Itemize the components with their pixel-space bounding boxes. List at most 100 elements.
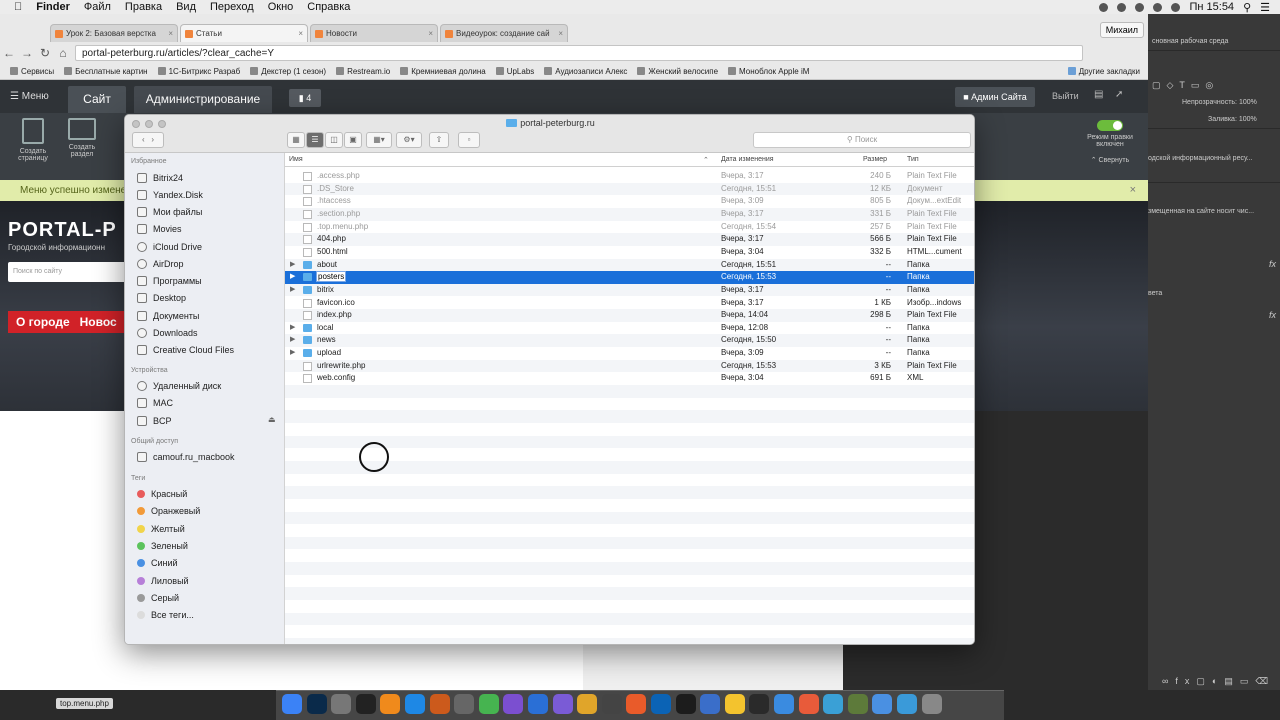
disclosure-triangle-icon[interactable]: ▶ bbox=[290, 285, 295, 293]
action-gear-icon[interactable]: ⚙▾ bbox=[396, 132, 422, 148]
table-row[interactable]: .DS_Store Сегодня, 15:51 12 КБ Документ bbox=[285, 182, 974, 196]
table-row[interactable]: ▶ upload Вчера, 3:09 -- Папка bbox=[285, 347, 974, 360]
logout-link[interactable]: Выйти bbox=[1052, 91, 1079, 101]
tab-administration[interactable]: Администрирование bbox=[134, 86, 272, 113]
dock-app-icon[interactable] bbox=[749, 694, 770, 714]
disclosure-triangle-icon[interactable]: ▶ bbox=[290, 348, 295, 356]
sort-indicator-icon[interactable]: ⌃ bbox=[703, 156, 709, 164]
sidebar-item[interactable]: Документы bbox=[137, 308, 199, 324]
dock-app-icon[interactable] bbox=[774, 694, 794, 714]
volume-icon[interactable] bbox=[1153, 2, 1163, 12]
pin-icon[interactable]: ➚ bbox=[1115, 89, 1123, 100]
sidebar-item[interactable]: Desktop bbox=[137, 290, 186, 306]
bookmark[interactable]: Бесплатные картин bbox=[64, 67, 148, 76]
column-header-size[interactable]: Размер bbox=[863, 156, 887, 163]
close-icon[interactable]: × bbox=[558, 29, 563, 38]
bookmark[interactable]: 1С-Битрикс Разраб bbox=[157, 67, 240, 76]
sidebar-item[interactable]: AirDrop bbox=[137, 256, 184, 272]
tag-item[interactable]: Красный bbox=[137, 486, 187, 502]
browser-tab[interactable]: Урок 2: Базовая верстка × bbox=[50, 24, 178, 42]
reload-icon[interactable]: ↻ bbox=[36, 46, 54, 60]
edit-mode-toggle[interactable]: Режим правки включен ⌃ Свернуть bbox=[1084, 120, 1136, 164]
notifications-badge[interactable]: ▮ 4 bbox=[289, 89, 321, 107]
icon-view-button[interactable]: ▦ bbox=[287, 132, 305, 148]
profile-button[interactable]: Михаил bbox=[1099, 22, 1144, 38]
sidebar-item[interactable]: iCloud Drive bbox=[137, 239, 202, 255]
bookmark[interactable]: Аудиозаписи Алекс bbox=[544, 67, 627, 76]
tab-site[interactable]: Сайт bbox=[68, 86, 126, 113]
search-input[interactable]: ⚲ Поиск bbox=[753, 132, 971, 148]
dock-app-icon[interactable] bbox=[872, 694, 893, 714]
close-icon[interactable]: × bbox=[428, 29, 433, 38]
table-row[interactable]: ▶ about Сегодня, 15:51 -- Папка bbox=[285, 258, 974, 272]
bookmark[interactable]: Женский велосипе bbox=[637, 67, 718, 76]
address-bar[interactable]: portal-peterburg.ru/articles/?clear_cach… bbox=[75, 45, 1083, 61]
bookmark[interactable]: Кремниевая долина bbox=[400, 67, 486, 76]
browser-tab[interactable]: Новости × bbox=[310, 24, 438, 42]
layer-item[interactable]: вета bbox=[1148, 290, 1162, 297]
table-row[interactable]: ▶ local Вчера, 12:08 -- Папка bbox=[285, 322, 974, 335]
eject-icon[interactable]: ⏏ bbox=[268, 415, 276, 424]
dock-app-icon[interactable] bbox=[626, 694, 647, 714]
layer-actions-icons[interactable]: ∞fx▢◐▤▭⌫ bbox=[1162, 676, 1275, 687]
other-bookmarks[interactable]: Другие закладки bbox=[1067, 67, 1140, 76]
dock-app-icon[interactable] bbox=[331, 694, 352, 714]
dock-app-icon[interactable] bbox=[798, 694, 819, 714]
dock-app-icon[interactable] bbox=[823, 694, 844, 714]
spotlight-icon[interactable]: ⚲ bbox=[1243, 1, 1251, 14]
column-view-button[interactable]: ◫ bbox=[325, 132, 343, 148]
disclosure-triangle-icon[interactable]: ▶ bbox=[290, 260, 295, 268]
dock-app-icon[interactable] bbox=[724, 694, 745, 714]
table-row[interactable]: web.config Вчера, 3:04 691 Б XML bbox=[285, 372, 974, 385]
list-view-button[interactable]: ☰ bbox=[306, 132, 324, 148]
dock-app-icon[interactable] bbox=[528, 694, 548, 714]
tag-item[interactable]: Желтый bbox=[137, 521, 185, 537]
dock-app-icon[interactable] bbox=[503, 694, 524, 714]
menu-view[interactable]: Вид bbox=[176, 1, 196, 13]
tag-item[interactable]: Лиловый bbox=[137, 573, 189, 589]
column-header-name[interactable]: Имя bbox=[289, 156, 303, 163]
close-icon[interactable]: × bbox=[168, 29, 173, 38]
table-row[interactable]: .htaccess Вчера, 3:09 805 Б Докум...extEdit bbox=[285, 195, 974, 208]
table-row[interactable]: .section.php Вчера, 3:17 331 Б Plain Text F… bbox=[285, 207, 974, 221]
site-logo[interactable]: PORTAL-P bbox=[8, 219, 117, 242]
dock-app-icon[interactable] bbox=[601, 694, 622, 714]
disclosure-triangle-icon[interactable]: ▶ bbox=[290, 335, 295, 343]
dock-app-icon[interactable] bbox=[454, 694, 475, 714]
fill-control[interactable]: Заливка: 100% bbox=[1208, 116, 1257, 123]
sidebar-item[interactable]: Мои файлы bbox=[137, 204, 202, 220]
tag-item[interactable]: Серый bbox=[137, 590, 179, 606]
admin-menu-button[interactable]: ☰ Меню bbox=[10, 91, 49, 102]
sidebar-item[interactable]: Creative Cloud Files bbox=[137, 342, 234, 358]
sidebar-item[interactable]: Yandex.Disk bbox=[137, 187, 203, 203]
layer-item[interactable]: одской информационный ресу... bbox=[1148, 155, 1253, 162]
dock-app-icon[interactable] bbox=[897, 694, 917, 714]
sidebar-item[interactable]: MAC bbox=[137, 395, 173, 411]
dock-app-icon[interactable] bbox=[921, 694, 942, 714]
browser-tab[interactable]: Видеоурок: создание сай × bbox=[440, 24, 568, 42]
bookmark[interactable]: UpLabs bbox=[495, 67, 534, 76]
admin-user-button[interactable]: ■ Админ Сайта bbox=[955, 87, 1035, 107]
menu-edit[interactable]: Правка bbox=[125, 1, 162, 13]
sidebar-item[interactable]: BCP bbox=[137, 413, 172, 429]
forward-icon[interactable]: → bbox=[18, 46, 36, 60]
dock-app-icon[interactable] bbox=[675, 694, 696, 714]
tag-item[interactable]: Синий bbox=[137, 555, 178, 571]
dock-app-icon[interactable] bbox=[282, 694, 302, 714]
sidebar-item[interactable]: camouf.ru_macbook bbox=[137, 449, 235, 465]
opacity-control[interactable]: Непрозрачность: 100% bbox=[1182, 99, 1257, 106]
browser-tab[interactable]: Статьи × bbox=[180, 24, 308, 42]
bookmark[interactable]: Моноблок Apple iM bbox=[728, 67, 809, 76]
table-row[interactable]: ▶ posters Сегодня, 15:53 -- Папка bbox=[285, 271, 974, 284]
fx-icon[interactable]: fx bbox=[1269, 259, 1276, 269]
share-icon[interactable]: ⇧ bbox=[429, 132, 449, 148]
tag-item[interactable]: Оранжевый bbox=[137, 503, 200, 519]
sidebar-item[interactable]: Bitrix24 bbox=[137, 170, 183, 186]
layer-item[interactable]: змещенная на сайте носит чис... bbox=[1148, 208, 1254, 215]
table-row[interactable]: .access.php Вчера, 3:17 240 Б Plain Text Fi… bbox=[285, 170, 974, 183]
nav-item-news[interactable]: Новос bbox=[80, 315, 117, 329]
dock-app-icon[interactable] bbox=[478, 694, 499, 714]
notifications-icon[interactable]: ☰ bbox=[1260, 1, 1270, 14]
home-icon[interactable]: ⌂ bbox=[54, 46, 72, 60]
menu-window[interactable]: Окно bbox=[268, 1, 294, 13]
